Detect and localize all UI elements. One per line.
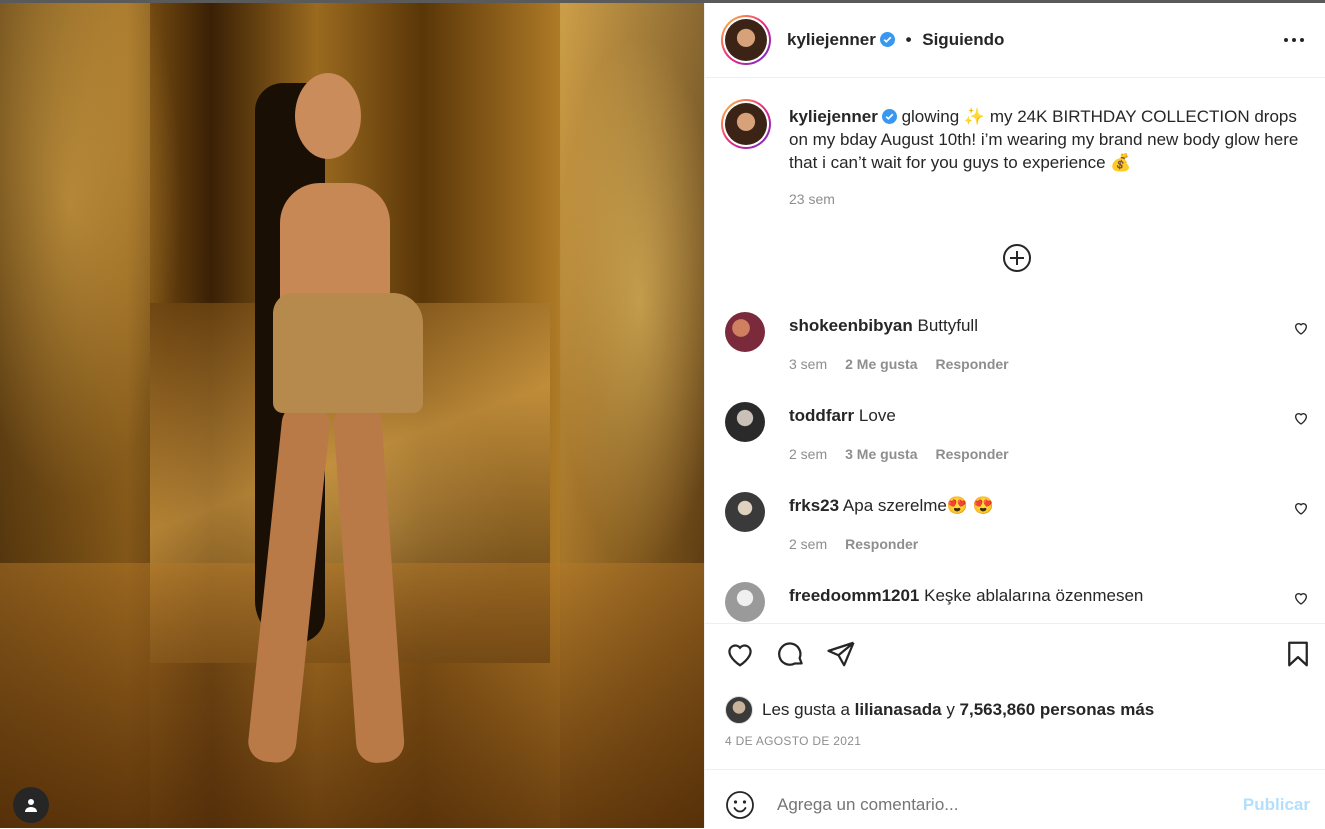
post-actions-bar: [705, 623, 1325, 673]
liker-username[interactable]: lilianasada: [855, 700, 942, 720]
comment-item: freedoomm1201 Keşke ablalarına özenmesen: [725, 582, 1315, 623]
commenter-avatar[interactable]: [725, 312, 765, 352]
tagged-users-button[interactable]: [13, 787, 49, 823]
like-comment-heart-icon[interactable]: [1293, 320, 1309, 336]
comment-meta: 2 sem 3 Me gusta Responder: [789, 446, 1027, 462]
post-media-image[interactable]: [0, 3, 704, 828]
reply-button[interactable]: Responder: [935, 446, 1008, 462]
comment-meta: 2 sem Responder: [789, 536, 936, 552]
liker-avatar[interactable]: [725, 696, 753, 724]
like-comment-heart-icon[interactable]: [1293, 590, 1309, 606]
comment-body: Love: [858, 406, 896, 425]
commenter-avatar[interactable]: [725, 402, 765, 442]
comment-text: frks23 Apa szerelme😍 😍: [789, 496, 994, 516]
comment-time[interactable]: 2 sem: [789, 536, 827, 552]
comment-item: toddfarr Love 2 sem 3 Me gusta Responder: [725, 402, 1315, 482]
user-icon: [25, 799, 37, 812]
publish-button[interactable]: Publicar: [1243, 795, 1310, 815]
share-send-icon[interactable]: [826, 639, 856, 669]
emoji-smiley-icon[interactable]: [725, 790, 755, 820]
reply-button[interactable]: Responder: [845, 536, 918, 552]
caption-author-avatar[interactable]: [721, 99, 771, 149]
comment-time[interactable]: 3 sem: [789, 356, 827, 372]
reply-button[interactable]: Responder: [935, 356, 1008, 372]
comment-likes[interactable]: 3 Me gusta: [845, 446, 917, 462]
caption-username[interactable]: kyliejenner: [789, 107, 878, 126]
comment-likes[interactable]: 2 Me gusta: [845, 356, 917, 372]
commenter-username[interactable]: freedoomm1201: [789, 586, 919, 605]
comment-body: Buttyfull: [917, 316, 978, 335]
likes-conj: y: [946, 700, 955, 719]
likes-prefix: Les gusta a: [762, 700, 850, 719]
comment-item: shokeenbibyan Buttyfull 3 sem 2 Me gusta R…: [725, 312, 1315, 392]
caption-timestamp[interactable]: 23 sem: [789, 191, 835, 207]
author-avatar[interactable]: [721, 15, 771, 65]
comment-body: Keşke ablalarına özenmesen: [924, 586, 1144, 605]
like-comment-heart-icon[interactable]: [1293, 500, 1309, 516]
post-header: kyliejenner • Siguiendo: [705, 3, 1325, 78]
verified-icon: [881, 109, 897, 124]
likes-others-count[interactable]: 7,563,860 personas más: [960, 700, 1155, 720]
comments-scroll-area[interactable]: kyliejenner glowing ✨ my 24K BIRTHDAY CO…: [705, 78, 1325, 624]
commenter-username[interactable]: toddfarr: [789, 406, 854, 425]
load-more-comments-icon[interactable]: [1002, 243, 1032, 273]
like-comment-heart-icon[interactable]: [1293, 410, 1309, 426]
comment-bubble-icon[interactable]: [776, 639, 806, 669]
author-line: kyliejenner • Siguiendo: [787, 30, 1004, 50]
verified-icon: [879, 32, 895, 47]
save-bookmark-icon[interactable]: [1283, 639, 1313, 669]
author-username[interactable]: kyliejenner: [787, 30, 876, 49]
separator-dot: •: [905, 30, 912, 49]
likes-summary: Les gusta a lilianasada y 7,563,860 pers…: [725, 696, 1154, 724]
add-comment-bar: Publicar: [705, 769, 1325, 829]
comment-meta: 3 sem 2 Me gusta Responder: [789, 356, 1027, 372]
commenter-username[interactable]: frks23: [789, 496, 839, 515]
like-heart-icon[interactable]: [725, 639, 755, 669]
comment-body: Apa szerelme😍 😍: [842, 496, 994, 515]
caption-text: kyliejenner glowing ✨ my 24K BIRTHDAY CO…: [789, 105, 1314, 174]
comment-text: toddfarr Love: [789, 406, 896, 426]
comment-text: freedoomm1201 Keşke ablalarına özenmesen: [789, 586, 1143, 606]
commenter-avatar[interactable]: [725, 582, 765, 622]
comment-item: frks23 Apa szerelme😍 😍 2 sem Responder: [725, 492, 1315, 572]
comment-time[interactable]: 2 sem: [789, 446, 827, 462]
commenter-username[interactable]: shokeenbibyan: [789, 316, 913, 335]
post-date[interactable]: 4 DE AGOSTO DE 2021: [725, 734, 861, 748]
more-options-icon[interactable]: [1282, 31, 1306, 49]
post-side-panel: kyliejenner • Siguiendo kyliejenner glow…: [704, 3, 1325, 828]
commenter-avatar[interactable]: [725, 492, 765, 532]
follow-status-button[interactable]: Siguiendo: [922, 30, 1004, 49]
comment-text: shokeenbibyan Buttyfull: [789, 316, 978, 336]
add-comment-input[interactable]: [775, 794, 1199, 816]
model-figure: [225, 63, 435, 765]
